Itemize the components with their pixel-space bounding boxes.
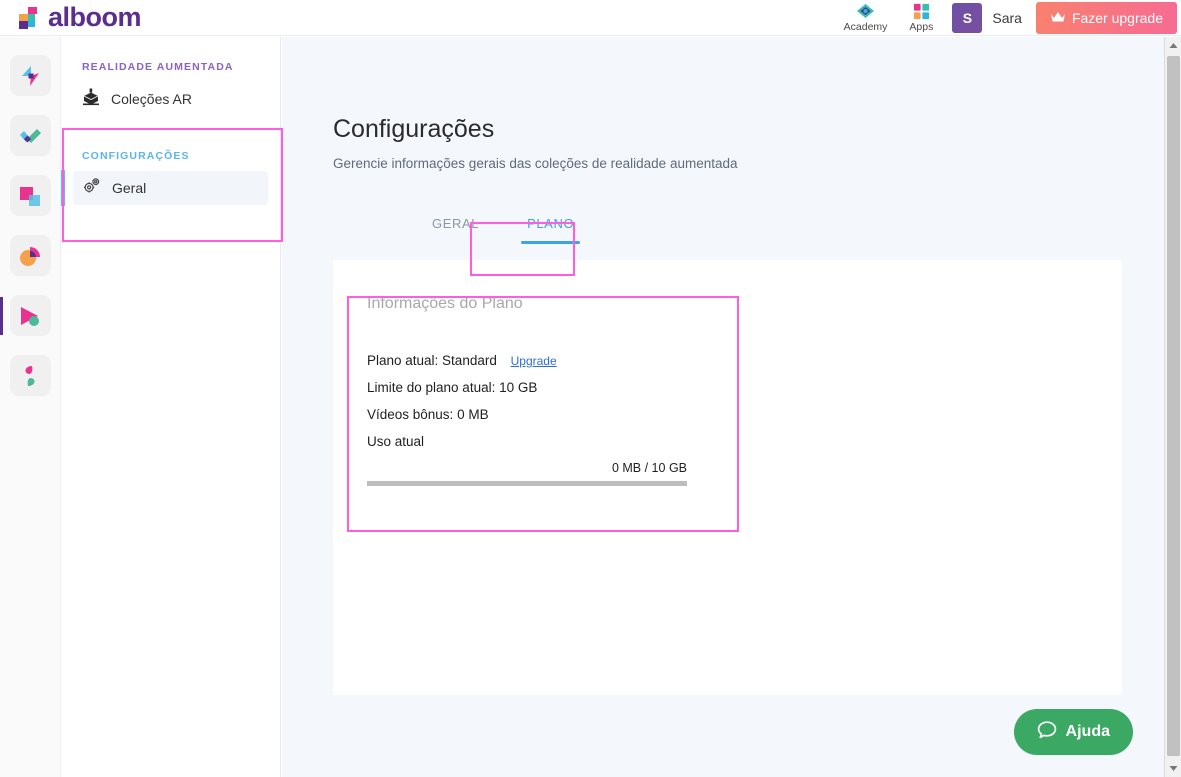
avatar[interactable]: S [952, 2, 983, 33]
sidebar-item-label: Coleções AR [111, 91, 192, 107]
academy-diamond-icon [856, 3, 875, 20]
gears-icon [82, 176, 101, 200]
plan-usage-label: Uso atual [367, 434, 425, 449]
tab-plano-label: PLANO [527, 216, 575, 231]
crown-icon [1050, 10, 1066, 26]
sidebar-item-label: Geral [112, 180, 147, 196]
page-scrollbar[interactable] [1164, 37, 1181, 777]
academy-button[interactable]: Academy [833, 0, 899, 36]
squares-app-icon[interactable] [9, 175, 51, 216]
help-button-label: Ajuda [1065, 723, 1110, 740]
main-content: Configurações Gerencie informações gerai… [282, 37, 1164, 777]
user-name[interactable]: Sara [992, 10, 1022, 26]
tab-geral-label: GERAL [432, 216, 480, 231]
sidebar-item-geral[interactable]: Geral [61, 170, 268, 206]
sidebar: REALIDADE AUMENTADA Coleções AR CONFIGUR… [61, 37, 281, 777]
plan-usage-progressbar [367, 481, 687, 486]
upgrade-button[interactable]: Fazer upgrade [1035, 1, 1177, 34]
leaf-app-icon[interactable] [9, 355, 51, 396]
ar-object-icon [82, 88, 100, 111]
tab-geral[interactable]: GERAL [408, 202, 503, 244]
plan-usage-value: 0 MB / 10 GB [611, 461, 687, 475]
brand-logo[interactable]: alboom [15, 2, 142, 32]
play-app-icon[interactable] [0, 295, 51, 336]
header-actions: Academy Apps S Sara Fazer upgrade [833, 0, 1181, 36]
plan-current-row: Plano atual: Standard Upgrade [367, 353, 722, 368]
apps-grid-icon [912, 3, 931, 20]
sidebar-group-label-config: CONFIGURAÇÕES [82, 150, 190, 162]
brand-name: alboom [48, 2, 142, 32]
tab-plano[interactable]: PLANO [503, 202, 598, 244]
plan-content-card: Informações do Plano Plano atual: Standa… [333, 260, 1122, 695]
sidebar-item-colecoes-ar[interactable]: Coleções AR [73, 82, 268, 116]
apps-button[interactable]: Apps [898, 0, 944, 36]
plan-info-heading: Informações do Plano [367, 295, 523, 312]
scrollbar-thumb[interactable] [1167, 56, 1180, 756]
help-button[interactable]: Ajuda [1013, 709, 1133, 755]
plan-info-section: Informações do Plano Plano atual: Standa… [367, 295, 722, 486]
app-window: alboom Academy Apps S Sara Fazer upgrade… [0, 0, 1181, 777]
tab-bar: GERAL PLANO [408, 202, 1164, 244]
sidebar-group-label-ar: REALIDADE AUMENTADA [82, 61, 234, 73]
plan-limit-label: Limite do plano atual: 10 GB [367, 380, 538, 395]
plan-current-label: Plano atual: Standard [367, 353, 497, 368]
scroll-up-arrow-icon[interactable] [1165, 37, 1181, 54]
active-accent-bar [61, 170, 65, 206]
scroll-down-arrow-icon[interactable] [1165, 760, 1181, 777]
academy-label: Academy [843, 20, 888, 33]
app-rail [0, 37, 61, 777]
apps-label: Apps [909, 20, 934, 33]
page-subtitle: Gerencie informações gerais das coleções… [333, 156, 738, 171]
upgrade-button-label: Fazer upgrade [1071, 9, 1163, 26]
top-header: alboom Academy Apps S Sara Fazer upgrade [0, 0, 1181, 36]
plan-upgrade-link[interactable]: Upgrade [511, 354, 557, 368]
check-app-icon[interactable] [9, 115, 51, 156]
tab-active-underline [521, 241, 581, 244]
rail-active-indicator [0, 296, 3, 335]
page-title: Configurações [333, 115, 495, 143]
bolt-app-icon[interactable] [9, 55, 51, 96]
alboom-logo-icon [15, 5, 41, 31]
plan-bonus-label: Vídeos bônus: 0 MB [367, 407, 489, 422]
piechart-app-icon[interactable] [9, 235, 51, 276]
chat-bubble-icon [1037, 720, 1057, 745]
